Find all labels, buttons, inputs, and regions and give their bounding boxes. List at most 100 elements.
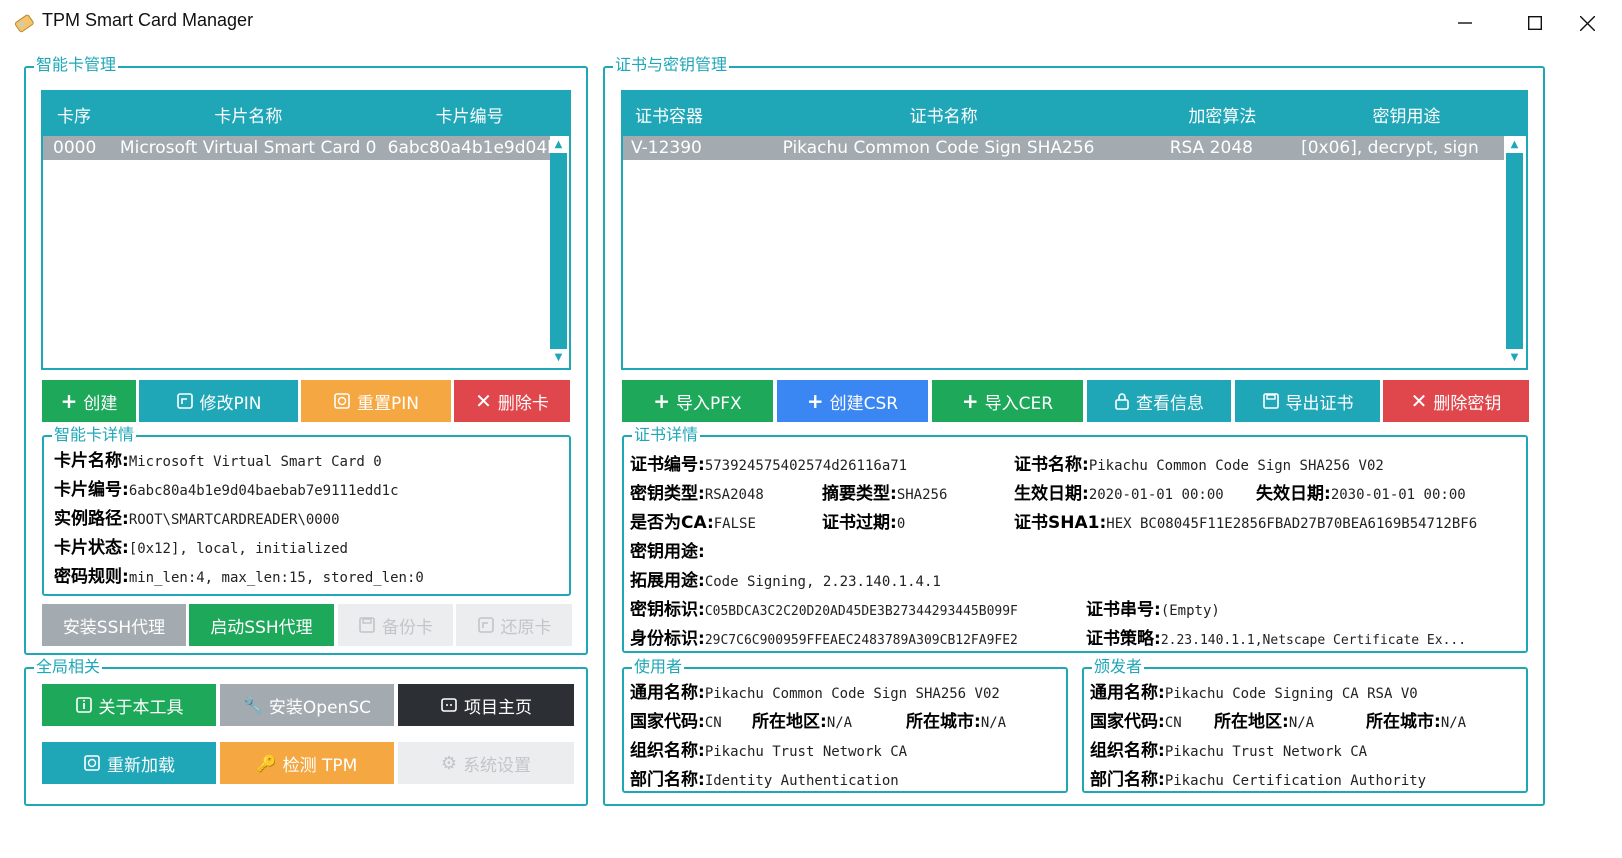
value: 573924575402574d26116a71 [704, 458, 908, 474]
create-csr-button[interactable]: + 创建CSR [777, 380, 928, 422]
view-info-button[interactable]: 查看信息 [1087, 380, 1231, 422]
import-cer-button[interactable]: + 导入CER [932, 380, 1083, 422]
value: ROOT\SMARTCARDREADER\0000 [128, 512, 340, 528]
detail-card-status: 卡片状态: [0x12], local, initialized [54, 533, 348, 558]
install-opensc-button[interactable]: 🔧 安装OpenSC [220, 684, 394, 726]
header-algorithm[interactable]: 加密算法 [1158, 102, 1287, 127]
import-cer-label: 导入CER [984, 393, 1054, 414]
header-card-index[interactable]: 卡序 [43, 102, 127, 127]
label: 拓展用途: [630, 571, 705, 591]
label: 密钥类型: [630, 484, 705, 504]
export-cert-label: 导出证书 [1285, 393, 1354, 414]
value: Pikachu Certification Authority [1164, 773, 1427, 789]
label: 生效日期: [1014, 484, 1089, 504]
label: 实例路径: [54, 509, 129, 529]
label: 证书过期: [822, 513, 897, 533]
github-icon [441, 698, 457, 712]
table-row[interactable]: V-12390 Pikachu Common Code Sign SHA256 … [623, 136, 1504, 160]
detail-instance-path: 实例路径: ROOT\SMARTCARDREADER\0000 [54, 504, 340, 529]
header-card-name[interactable]: 卡片名称 [127, 102, 371, 127]
value: CN [704, 715, 722, 731]
delete-key-button[interactable]: ✕ 删除密钥 [1383, 380, 1529, 422]
reload-icon [84, 755, 100, 771]
value: N/A [826, 715, 853, 731]
restore-card-label: 还原卡 [500, 617, 552, 638]
restore-card-button[interactable]: 还原卡 [456, 604, 572, 646]
subject-region: 所在地区: N/A [752, 707, 852, 732]
label: 证书串号: [1086, 600, 1161, 620]
create-card-button[interactable]: + 创建 [42, 380, 136, 422]
value: CN [1164, 715, 1182, 731]
cell-card-index: 0000 [53, 138, 97, 158]
backup-card-label: 备份卡 [382, 617, 433, 638]
label: 失效日期: [1256, 484, 1331, 504]
subject-city: 所在城市: N/A [906, 707, 1006, 732]
subject-country: 国家代码: CN [630, 707, 722, 732]
import-pfx-button[interactable]: + 导入PFX [622, 380, 773, 422]
detail-policy: 证书策略: 2.23.140.1.1,Netscape Certificate E… [1086, 624, 1466, 649]
delete-card-button[interactable]: ✕ 删除卡 [454, 380, 570, 422]
header-cert-name[interactable]: 证书名称 [730, 102, 1158, 127]
smart-card-app-icon [14, 13, 34, 33]
install-ssh-agent-button[interactable]: 安装SSH代理 [42, 604, 186, 646]
detail-cert-name: 证书名称: Pikachu Common Code Sign SHA256 V02 [1014, 450, 1384, 475]
label: 身份标识: [630, 629, 705, 649]
restore-icon [477, 617, 494, 633]
cert-table-header: 证书容器 证书名称 加密算法 密钥用途 [623, 92, 1526, 136]
card-table-scrollbar[interactable] [550, 136, 567, 366]
detail-card-name: 卡片名称: Microsoft Virtual Smart Card 0 [54, 446, 382, 471]
system-settings-button[interactable]: ⚙ 系统设置 [398, 742, 574, 784]
close-button[interactable] [1552, 0, 1622, 46]
backup-card-button[interactable]: 备份卡 [338, 604, 453, 646]
plus-icon: + [653, 389, 671, 413]
start-ssh-agent-button[interactable]: 启动SSH代理 [189, 604, 334, 646]
subject-common-name: 通用名称: Pikachu Common Code Sign SHA256 V02 [630, 678, 1000, 703]
window-title: TPM Smart Card Manager [42, 10, 254, 30]
cell-card-name: Microsoft Virtual Smart Card 0 [119, 138, 377, 158]
value: Pikachu Trust Network CA [1164, 744, 1368, 760]
about-tool-button[interactable]: 关于本工具 [42, 684, 216, 726]
export-cert-button[interactable]: 导出证书 [1235, 380, 1380, 422]
header-card-number[interactable]: 卡片编号 [370, 102, 569, 127]
label: 部门名称: [630, 770, 705, 790]
label: 组织名称: [1090, 741, 1165, 761]
scroll-up-icon[interactable]: ▲ [1506, 136, 1523, 153]
gear-icon: ⚙ [440, 752, 458, 774]
detail-digest-type: 摘要类型: SHA256 [822, 479, 947, 504]
system-settings-label: 系统设置 [463, 755, 532, 776]
reload-button[interactable]: 重新加载 [42, 742, 216, 784]
cert-details-title: 证书详情 [632, 425, 701, 444]
scroll-up-icon[interactable]: ▲ [550, 136, 567, 153]
label: 密钥标识: [630, 600, 705, 620]
modify-pin-button[interactable]: 修改PIN [139, 380, 298, 422]
cert-table-scrollbar[interactable] [1506, 136, 1523, 366]
card-table[interactable]: 卡序 卡片名称 卡片编号 0000 Microsoft Virtual Smar… [41, 90, 571, 370]
reset-pin-button[interactable]: 重置PIN [301, 380, 451, 422]
detect-tpm-button[interactable]: 🔑 检测 TPM [220, 742, 394, 784]
table-row[interactable]: 0000 Microsoft Virtual Smart Card 0 6abc… [43, 136, 551, 160]
label: 部门名称: [1090, 770, 1165, 790]
reload-label: 重新加载 [107, 755, 175, 776]
view-info-label: 查看信息 [1136, 393, 1204, 414]
label: 证书策略: [1086, 629, 1161, 649]
cell-card-number: 6abc80a4b1e9d04b [387, 138, 551, 158]
cert-table[interactable]: 证书容器 证书名称 加密算法 密钥用途 V-12390 Pikachu Comm… [621, 90, 1528, 370]
detail-expired: 证书过期: 0 [822, 508, 905, 533]
label: 所在地区: [752, 712, 827, 732]
minimize-button[interactable] [1430, 0, 1500, 46]
value: 2020-01-01 00:00 [1088, 487, 1224, 503]
scroll-down-icon[interactable]: ▼ [1506, 349, 1523, 366]
detail-password-rule: 密码规则: min_len:4, max_len:15, stored_len:0 [54, 562, 424, 587]
value: SHA256 [896, 487, 948, 503]
header-key-usage[interactable]: 密钥用途 [1287, 102, 1526, 127]
header-container[interactable]: 证书容器 [623, 102, 730, 127]
detail-key-type: 密钥类型: RSA2048 [630, 479, 764, 504]
scroll-down-icon[interactable]: ▼ [550, 349, 567, 366]
value: 0 [896, 516, 906, 532]
detail-key-usage: 密钥用途: [630, 537, 705, 562]
project-homepage-button[interactable]: 项目主页 [398, 684, 574, 726]
create-csr-label: 创建CSR [829, 393, 899, 414]
edit-icon [176, 393, 193, 409]
label: 卡片状态: [54, 538, 129, 558]
label: 密钥用途: [630, 542, 705, 562]
